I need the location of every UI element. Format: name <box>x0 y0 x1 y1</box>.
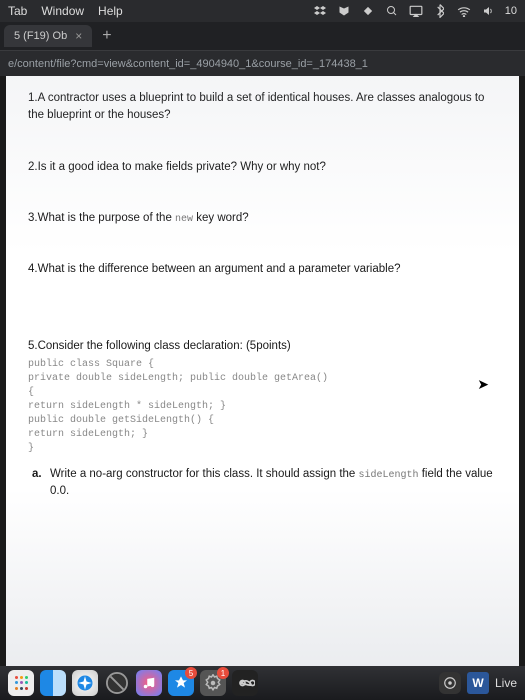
no-entry-icon[interactable] <box>104 670 130 696</box>
bluetooth-icon[interactable] <box>433 4 447 18</box>
diamond-icon[interactable] <box>361 4 375 18</box>
word-icon[interactable]: W <box>467 672 489 694</box>
safari-icon[interactable] <box>72 670 98 696</box>
document-viewport[interactable]: 1.A contractor uses a blueprint to build… <box>6 76 519 666</box>
search-icon[interactable] <box>385 4 399 18</box>
launchpad-icon[interactable] <box>8 670 34 696</box>
badge: 1 <box>217 667 229 679</box>
appstore-icon[interactable]: 5 <box>168 670 194 696</box>
menubar: Tab Window Help 10 <box>0 0 525 22</box>
finder-icon[interactable] <box>40 670 66 696</box>
url-bar[interactable]: e/content/file?cmd=view&content_id=_4904… <box>0 50 525 76</box>
question-3: 3.What is the purpose of the new key wor… <box>28 210 497 227</box>
toggle-icon[interactable] <box>439 672 461 694</box>
browser-tab[interactable]: 5 (F19) Ob × <box>4 25 92 47</box>
url-text: e/content/file?cmd=view&content_id=_4904… <box>8 58 368 70</box>
live-label: Live <box>495 676 517 690</box>
time-fragment: 10 <box>505 5 517 17</box>
document-body: 1.A contractor uses a blueprint to build… <box>6 76 519 524</box>
question-5: 5.Consider the following class declarati… <box>28 338 497 500</box>
dock: 5 1 W Live <box>0 666 525 700</box>
settings-icon[interactable]: 1 <box>200 670 226 696</box>
menu-window[interactable]: Window <box>41 4 84 18</box>
tab-title: 5 (F19) Ob <box>14 30 67 42</box>
badge: 5 <box>185 667 197 679</box>
infinity-icon[interactable] <box>232 670 258 696</box>
question-2: 2.Is it a good idea to make fields priva… <box>28 159 497 176</box>
volume-icon[interactable] <box>481 4 495 18</box>
add-tab-button[interactable]: + <box>92 27 121 45</box>
screen-mirror-icon[interactable] <box>409 4 423 18</box>
code-block: public class Square { private double sid… <box>28 358 497 456</box>
music-icon[interactable] <box>136 670 162 696</box>
question-1: 1.A contractor uses a blueprint to build… <box>28 90 497 125</box>
tab-bar: 5 (F19) Ob × + <box>0 22 525 50</box>
menu-help[interactable]: Help <box>98 4 123 18</box>
close-icon[interactable]: × <box>75 29 82 43</box>
menu-tab[interactable]: Tab <box>8 4 27 18</box>
browser-chrome: 5 (F19) Ob × + e/content/file?cmd=view&c… <box>0 22 525 76</box>
mcafee-icon[interactable] <box>337 4 351 18</box>
question-4: 4.What is the difference between an argu… <box>28 261 497 278</box>
wifi-icon[interactable] <box>457 4 471 18</box>
dropbox-icon[interactable] <box>313 4 327 18</box>
question-5a: Write a no-arg constructor for this clas… <box>28 466 497 501</box>
live-indicator[interactable]: W Live <box>439 672 517 694</box>
